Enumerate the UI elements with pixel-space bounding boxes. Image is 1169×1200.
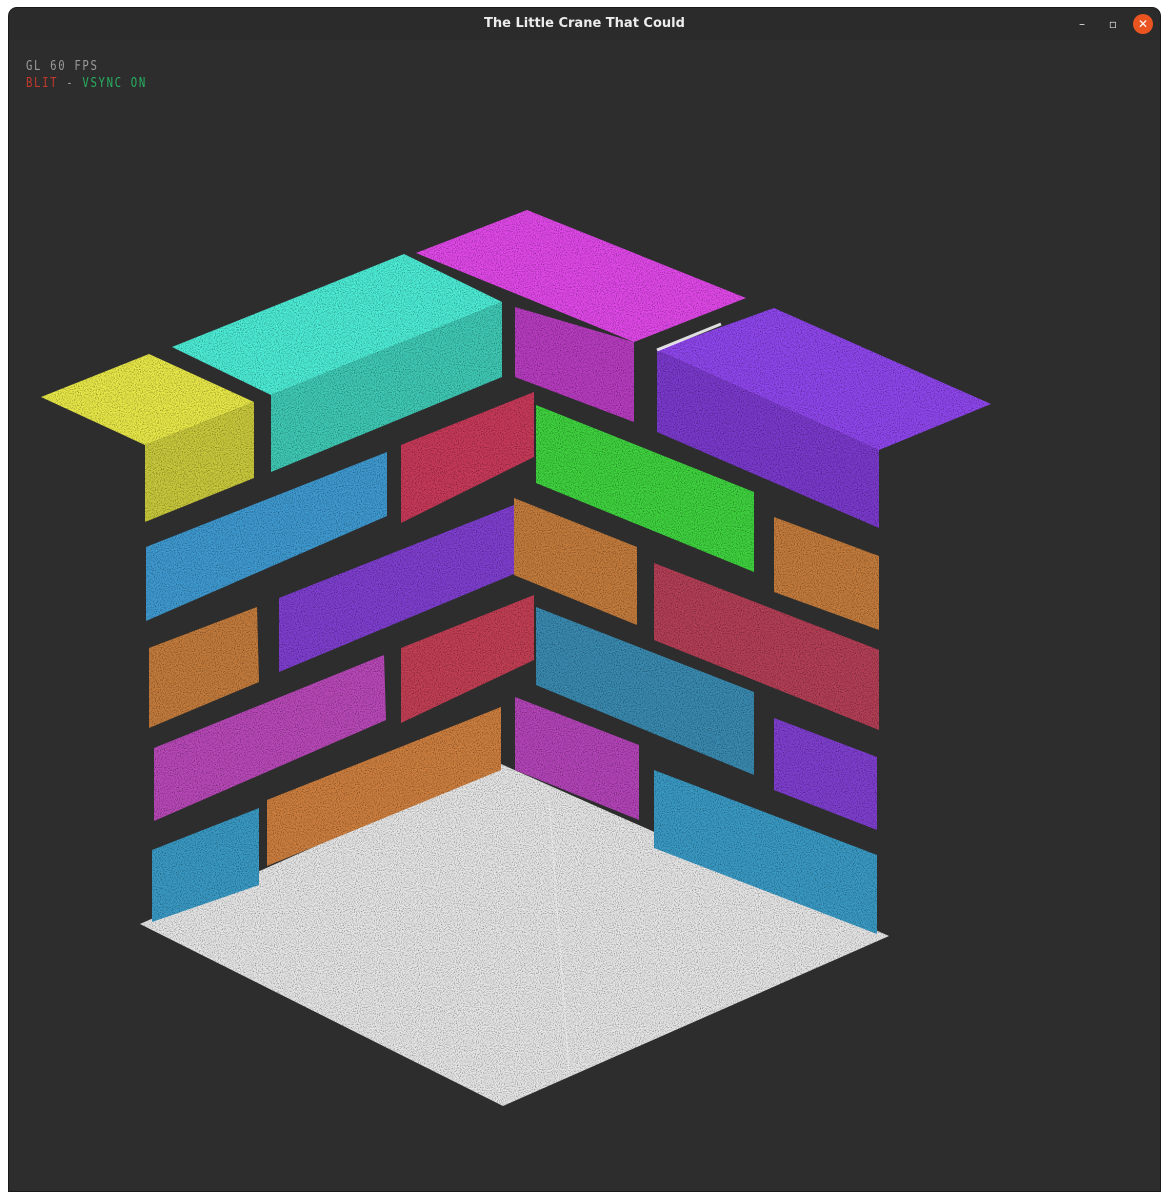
game-viewport[interactable]: GL 60 FPS BLIT - VSYNC ON (9, 40, 1160, 1191)
brick (149, 607, 259, 728)
blit-indicator: BLIT (26, 76, 59, 91)
performance-hud: GL 60 FPS BLIT - VSYNC ON (26, 58, 147, 92)
close-button[interactable]: ✕ (1133, 14, 1153, 34)
vsync-indicator: VSYNC ON (82, 76, 147, 91)
brick (401, 595, 534, 723)
brick (774, 517, 879, 630)
app-window: The Little Crane That Could – ▫ ✕ GL 60 … (9, 8, 1160, 1191)
brick (774, 718, 877, 830)
minimize-button[interactable]: – (1072, 14, 1092, 34)
fps-counter: GL 60 FPS (26, 59, 99, 74)
title-bar[interactable]: The Little Crane That Could – ▫ ✕ (9, 8, 1160, 41)
brick-wall-scene (41, 210, 991, 1106)
hud-separator: - (66, 76, 75, 91)
window-title: The Little Crane That Could (484, 16, 685, 31)
maximize-button[interactable]: ▫ (1103, 14, 1123, 34)
